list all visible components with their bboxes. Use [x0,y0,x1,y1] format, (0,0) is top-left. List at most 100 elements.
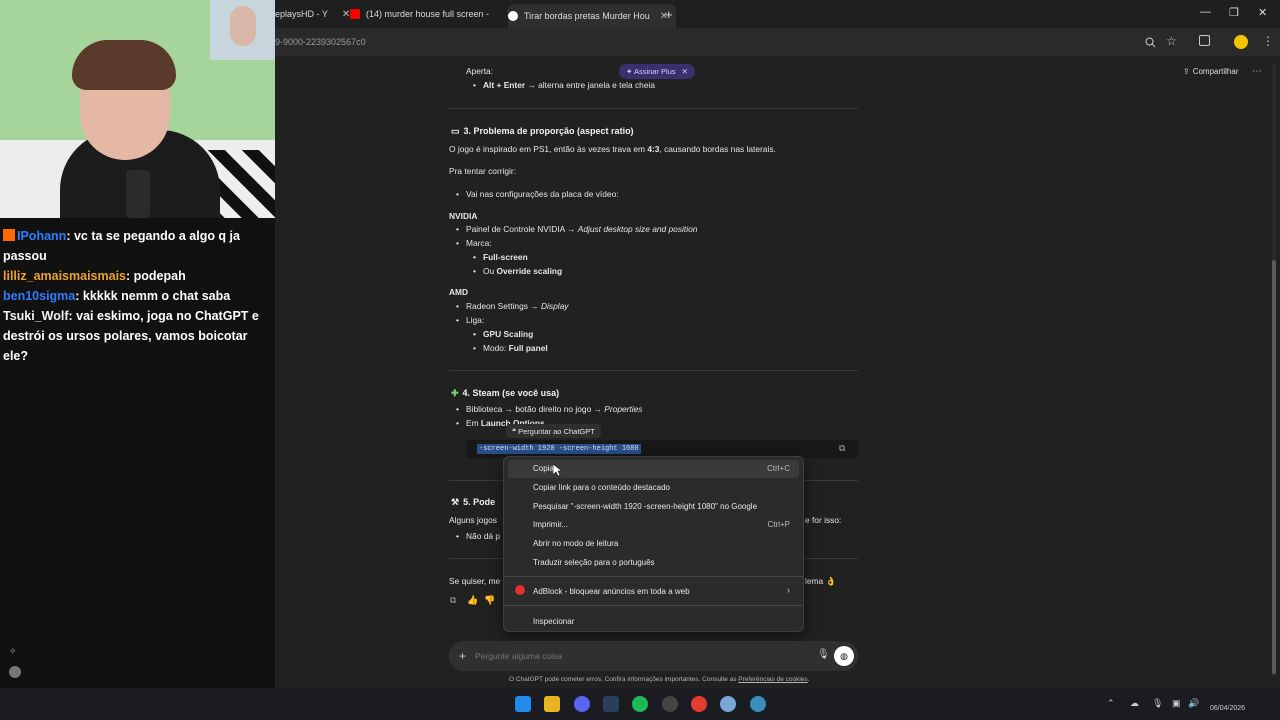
share-label: Compartilhar [1192,67,1239,76]
zoom-icon[interactable] [1145,37,1156,48]
steam-item-1: Biblioteca → botão direito no jogo → Pro… [456,404,642,414]
divider [449,370,858,371]
nv-sub2-a: Ou [483,266,497,276]
tray-volume-icon[interactable]: 🔊 [1188,698,1199,709]
tab-chatgpt[interactable]: Tirar bordas pretas Murder Hou ✕ [508,4,677,28]
discord-icon[interactable] [574,696,590,712]
spotify-icon[interactable] [632,696,648,712]
thumbs-down-icon[interactable]: 👎 [484,595,495,606]
amd-b1-b: Display [540,301,569,311]
s5-bullet: Não dá p [456,531,500,541]
more-options-icon[interactable]: ⋯ [1252,66,1262,77]
alt-enter-item: Alt + Enter → alterna entre janela e tel… [473,80,655,90]
extensions-icon[interactable] [1199,35,1210,46]
streamer-hair [72,40,176,90]
pip-face [230,6,256,46]
ask-chatgpt-popup[interactable]: ❝ Perguntar ao ChatGPT [506,424,601,438]
url-text[interactable]: 9-9000-2239302567c0 [275,37,366,47]
final-text-end: lema 👌 [805,576,836,586]
obs-icon[interactable] [662,696,678,712]
file-explorer-icon[interactable] [544,696,560,712]
restore-icon[interactable]: ❐ [1229,6,1239,19]
app-icon[interactable] [720,696,736,712]
menu-item-copy-link[interactable]: Copiar link para o conteúdo destacado [533,483,670,492]
youtube-icon [350,9,360,19]
new-tab-button[interactable]: + [665,4,673,24]
copy-response-icon[interactable]: ⧉ [450,595,456,606]
aperta-text: Aperta: [466,66,494,76]
windows-start-icon[interactable] [515,696,531,712]
scrollbar[interactable] [1272,64,1276,676]
s3-p1-c: , causando bordas nas laterais. [659,144,776,154]
s3-bullet: Vai nas configurações da placa de vídeo: [456,189,619,199]
menu-item-print[interactable]: Imprimir... [533,520,568,529]
section-4-title: ✚ 4. Steam (se você usa) [451,388,559,399]
app-icon[interactable] [750,696,766,712]
tray-chevron-icon[interactable]: ⌃ [1107,698,1115,709]
thumbs-up-icon[interactable]: 👍 [467,595,478,606]
menu-item-translate[interactable]: Traduzir seleção para o português [533,558,655,567]
close-icon[interactable]: ✕ [682,67,688,76]
footer-text: O ChatGPT pode cometer erros. Confira in… [509,676,739,683]
nv-b1-b: Adjust desktop size and position [577,224,698,234]
chat-message: Tsuki_Wolf: vai eskimo, joga no ChatGPT … [3,306,271,366]
chat-username: lilliz_amaismaismais [3,269,126,283]
s4-b2-a: Em [466,418,481,428]
microphone-stand [126,170,150,218]
section-3-title-text: 3. Problema de proporção (aspect ratio) [463,126,634,136]
minimize-icon[interactable]: — [1200,6,1211,18]
browser-menu-icon[interactable]: ⋮ [1262,34,1274,48]
amd-sub2-a: Modo: [483,343,509,353]
tools-icon: ⚒ [451,497,460,507]
amd-item-1: Radeon Settings → Display [456,301,569,311]
steam-icon[interactable] [603,696,619,712]
assinar-plus-button[interactable]: ✦ Assinar Plus ✕ [619,64,695,79]
nv-b1-a: Painel de Controle NVIDIA → [466,224,578,234]
menu-item-inspect[interactable]: Inspecionar [533,617,574,626]
menu-separator [504,605,803,606]
share-button[interactable]: ⇪ Compartilhar [1183,67,1239,76]
s5-paragraph: Alguns jogos [449,515,497,525]
voice-mode-icon[interactable]: ◍ [834,646,854,666]
profile-avatar[interactable] [1234,35,1248,49]
tray-mic-icon[interactable]: 🎙 [1152,698,1163,709]
badge-icon [3,229,15,241]
shortcut: Ctrl+C [767,464,790,473]
divider [449,108,858,109]
copy-code-icon[interactable]: ⧉ [839,443,845,454]
chat-username: IPohann [17,229,67,243]
chat-text: : kkkkk nemm o chat saba [75,289,231,303]
chat-username: ben10sigma [3,289,76,303]
close-window-icon[interactable]: ✕ [1258,6,1267,19]
selected-code[interactable]: -screen-width 1920 -screen-height 1080 [477,444,641,454]
tab-replays[interactable]: eplaysHD - Y ✕ [275,4,350,24]
nvidia-sub-1: Full-screen [473,252,528,262]
s3-p1-a: O jogo é inspirado em PS1, então às veze… [449,144,648,154]
chat-message: ben10sigma: kkkkk nemm o chat saba [3,286,271,306]
microphone-icon[interactable]: 🎙 [817,649,830,660]
scrollbar-thumb[interactable] [1272,260,1276,674]
tab-youtube[interactable]: (14) murder house full screen - ✕ [350,4,514,24]
chat-message: lilliz_amaismaismais: podepah [3,266,271,286]
bookmark-star-icon[interactable]: ☆ [1166,34,1177,48]
close-icon[interactable]: ✕ [342,9,350,20]
menu-item-adblock[interactable]: AdBlock - bloquear anúncios em toda a we… [533,587,690,596]
final-text: Se quiser, me [449,576,501,586]
tray-network-icon[interactable]: ▣ [1172,698,1181,709]
chrome-icon[interactable] [691,696,707,712]
amd-item-2: Liga: [456,315,484,325]
submenu-arrow-icon: › [786,585,790,596]
tray-icon[interactable]: ☁ [1130,698,1139,709]
sparkle-icon: ✧ [9,646,17,656]
amd-b1-a: Radeon Settings → [466,301,541,311]
nv-sub2-b: Override scaling [496,266,563,276]
amd-sub-2: Modo: Full panel [473,343,548,353]
nvidia-item-1: Painel de Controle NVIDIA → Adjust deskt… [456,224,698,234]
menu-item-search-google[interactable]: Pesquisar "-screen-width 1920 -screen-he… [533,502,757,511]
nvidia-heading: NVIDIA [449,211,478,221]
message-input[interactable] [475,648,805,664]
cookie-preferences-link[interactable]: Preferências de cookies [738,676,807,683]
plus-icon[interactable]: + [459,649,466,663]
s5-paragraph-end: e for isso: [805,515,842,525]
menu-item-reading-mode[interactable]: Abrir no modo de leitura [533,539,618,548]
